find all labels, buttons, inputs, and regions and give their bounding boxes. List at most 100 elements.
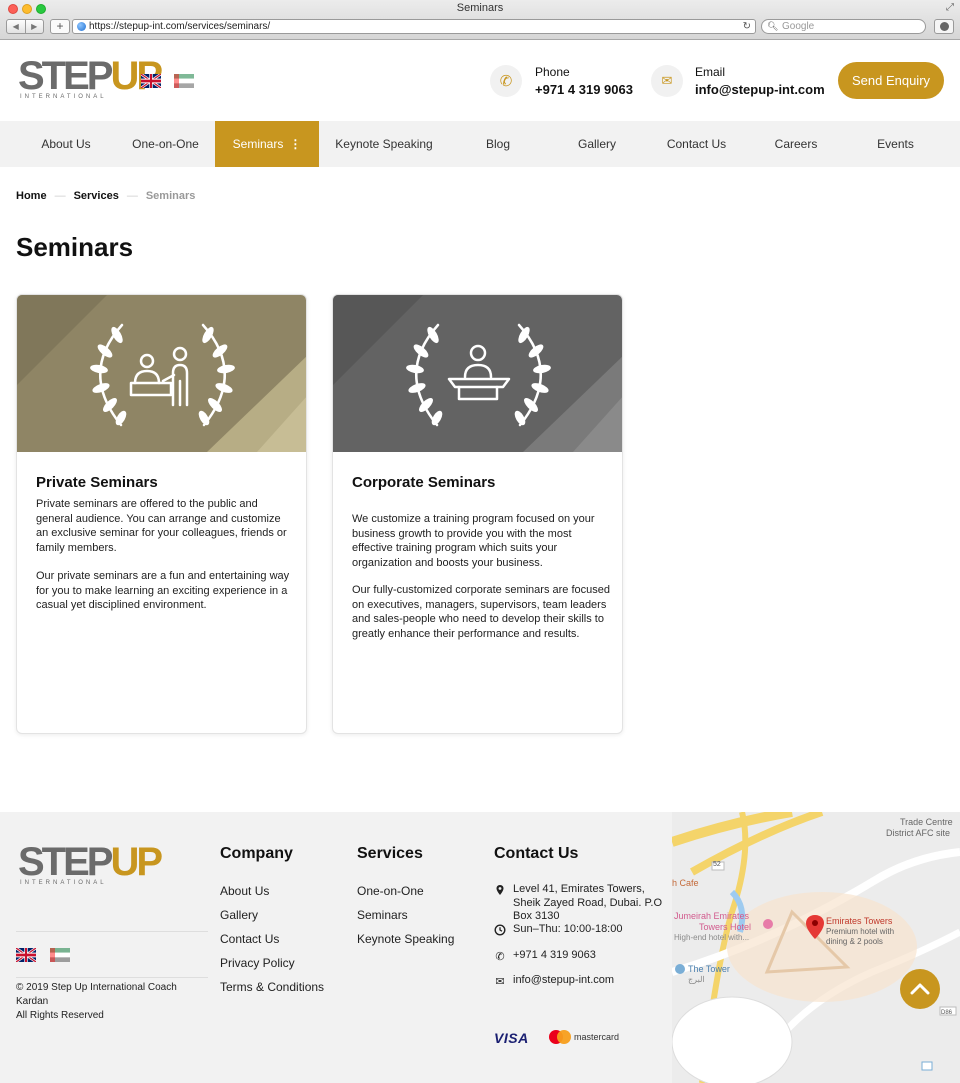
- back-arrow-icon[interactable]: ◀: [7, 20, 25, 33]
- footer-services-title: Services: [357, 845, 423, 862]
- mastercard-logo: mastercard: [549, 1030, 619, 1044]
- envelope-icon: ✉: [495, 976, 505, 988]
- logo-word: STEP: [18, 840, 114, 884]
- logo-accent: UP: [110, 840, 163, 884]
- nav-label: Seminars: [232, 137, 284, 151]
- phone-icon: ✆: [490, 65, 522, 97]
- footer-divider: [16, 931, 208, 932]
- nav-item-seminars[interactable]: Seminars ⋮: [215, 121, 319, 167]
- footer-link-seminars[interactable]: Seminars: [357, 908, 408, 922]
- map-label: البرج: [688, 975, 705, 984]
- map-label: Premium hotel with: [826, 927, 895, 936]
- nav-label: One-on-One: [132, 137, 199, 151]
- scroll-to-top-button[interactable]: [900, 969, 940, 1009]
- url-input[interactable]: https://stepup-int.com/services/seminars…: [72, 19, 756, 34]
- map-label: h Cafe: [672, 878, 699, 888]
- chevron-up-icon: [910, 983, 930, 995]
- email-label: Email: [695, 65, 726, 79]
- breadcrumb: Home — Services — Seminars: [16, 190, 195, 202]
- nav-item-gallery[interactable]: Gallery: [547, 121, 647, 167]
- corporate-seminars-card[interactable]: Corporate Seminars We customize a traini…: [332, 294, 623, 734]
- card-title: Private Seminars: [36, 474, 158, 491]
- map-label: High-end hotel with...: [674, 933, 750, 942]
- footer-link-one-on-one[interactable]: One-on-One: [357, 884, 424, 898]
- search-placeholder: Google: [782, 21, 815, 32]
- kebab-icon[interactable]: ⋮: [289, 121, 301, 167]
- breadcrumb-separator: —: [54, 190, 66, 202]
- map-label: Trade Centre: [900, 817, 953, 827]
- envelope-icon: ✉: [651, 65, 683, 97]
- nav-item-one-on-one[interactable]: One-on-One: [116, 121, 215, 167]
- footer-link-keynote[interactable]: Keynote Speaking: [357, 932, 454, 946]
- nav-label: About Us: [41, 137, 91, 151]
- phone-label: Phone: [535, 65, 570, 79]
- visa-logo: VISA: [494, 1030, 529, 1046]
- site-logo[interactable]: STEPUP INTERNATIONAL: [18, 54, 163, 100]
- location-map[interactable]: Trade Centre District AFC site 52 h Cafe…: [672, 812, 960, 1083]
- reload-icon[interactable]: ↻: [743, 20, 751, 33]
- footer-link-privacy-policy[interactable]: Privacy Policy: [220, 956, 295, 970]
- footer-link-contact-us[interactable]: Contact Us: [220, 932, 279, 946]
- nav-label: Careers: [774, 137, 818, 151]
- uae-flag-icon[interactable]: [174, 74, 194, 88]
- map-road-number: 52: [713, 861, 721, 868]
- fullscreen-icon[interactable]: ⤢: [946, 2, 954, 13]
- map-label: Emirates Towers: [826, 916, 893, 926]
- card-paragraph: Our fully-customized corporate seminars …: [352, 584, 610, 640]
- card-image: [17, 295, 306, 452]
- nav-label: Events: [877, 137, 914, 151]
- nav-item-blog[interactable]: Blog: [449, 121, 547, 167]
- map-label: dining & 2 pools: [826, 937, 883, 946]
- uk-flag-icon[interactable]: [141, 74, 161, 88]
- email-value[interactable]: info@stepup-int.com: [695, 82, 825, 97]
- footer-link-about-us[interactable]: About Us: [220, 884, 269, 898]
- forward-arrow-icon[interactable]: ▶: [24, 20, 44, 33]
- rights-text: All Rights Reserved: [16, 1010, 104, 1021]
- map-road-number: D86: [941, 1010, 953, 1016]
- breadcrumb-services[interactable]: Services: [74, 190, 119, 202]
- search-icon: 🔍︎: [767, 21, 779, 31]
- nav-item-contact-us[interactable]: Contact Us: [647, 121, 746, 167]
- phone-value[interactable]: +971 4 319 9063: [535, 82, 633, 97]
- map-label: Jumeirah Emirates: [674, 911, 750, 921]
- card-paragraph: We customize a training program focused …: [352, 513, 595, 569]
- mastercard-word: mastercard: [574, 1032, 620, 1042]
- nav-label: Gallery: [577, 137, 616, 151]
- nav-label: Contact Us: [666, 137, 727, 151]
- private-seminars-card[interactable]: Private Seminars Private seminars are of…: [16, 294, 307, 734]
- globe-icon: [77, 22, 86, 31]
- map-label: District AFC site: [886, 828, 951, 838]
- logo-word: STEP: [18, 54, 114, 98]
- nav-label: Blog: [485, 137, 511, 151]
- footer-divider: [16, 977, 208, 978]
- phone-icon: ✆: [495, 951, 505, 963]
- send-enquiry-button[interactable]: Send Enquiry: [838, 62, 944, 99]
- footer-phone[interactable]: +971 4 319 9063: [513, 949, 596, 963]
- uk-flag-icon[interactable]: [16, 948, 36, 962]
- card-title: Corporate Seminars: [352, 474, 496, 491]
- card-paragraph: Private seminars are offered to the publ…: [36, 498, 287, 554]
- clock-icon: [494, 924, 506, 936]
- nav-item-careers[interactable]: Careers: [746, 121, 846, 167]
- map-pin-icon: [494, 884, 506, 896]
- copyright-text: © 2019 Step Up International Coach Karda…: [16, 982, 177, 1007]
- footer-link-gallery[interactable]: Gallery: [220, 908, 258, 922]
- footer-logo[interactable]: STEPUP INTERNATIONAL: [18, 840, 163, 886]
- map-label: Towers Hotel: [699, 922, 752, 932]
- footer-hours: Sun–Thu: 10:00-18:00: [513, 923, 623, 935]
- breadcrumb-separator: —: [126, 190, 138, 202]
- history-buttons: ◀ ▶: [6, 19, 44, 34]
- footer-email[interactable]: info@stepup-int.com: [513, 974, 614, 988]
- card-paragraph: Our private seminars are a fun and enter…: [36, 570, 290, 611]
- window-title: Seminars: [456, 2, 504, 14]
- nav-item-events[interactable]: Events: [846, 121, 945, 167]
- search-input[interactable]: 🔍︎ Google: [761, 19, 926, 34]
- breadcrumb-home[interactable]: Home: [16, 190, 47, 202]
- uae-flag-icon[interactable]: [50, 948, 70, 962]
- downloads-button[interactable]: [934, 19, 954, 34]
- footer-link-terms[interactable]: Terms & Conditions: [220, 980, 324, 994]
- nav-item-about-us[interactable]: About Us: [16, 121, 116, 167]
- nav-item-keynote-speaking[interactable]: Keynote Speaking: [319, 121, 449, 167]
- url-text: https://stepup-int.com/services/seminars…: [89, 21, 271, 32]
- new-tab-button[interactable]: +: [50, 19, 70, 34]
